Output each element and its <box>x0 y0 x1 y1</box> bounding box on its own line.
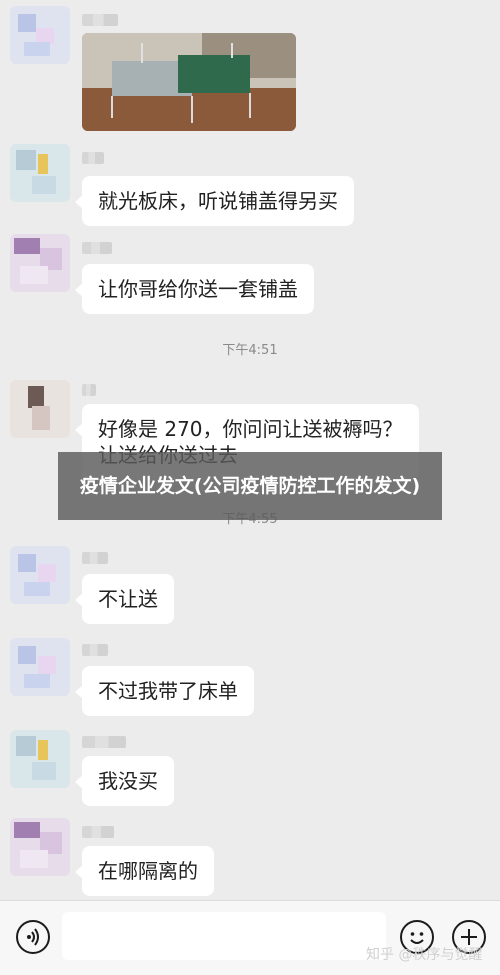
avatar[interactable] <box>10 730 70 788</box>
avatar[interactable] <box>10 6 70 64</box>
message-bubble[interactable]: 不过我带了床单 <box>75 666 254 716</box>
chat-area: 就光板床，听说铺盖得另买 让你哥给你送一套铺盖 下午4:51 好像是 270，你… <box>0 0 500 900</box>
voice-icon[interactable] <box>16 920 50 954</box>
avatar[interactable] <box>10 144 70 202</box>
message-bubble[interactable]: 让你哥给你送一套铺盖 <box>75 264 314 314</box>
sender-name <box>82 826 114 838</box>
sender-name <box>82 552 108 564</box>
avatar[interactable] <box>10 638 70 696</box>
sender-name <box>82 384 96 396</box>
watermark: 知乎 @秩序与觉醒 <box>366 947 483 963</box>
sender-name <box>82 14 118 26</box>
message-bubble[interactable]: 不让送 <box>75 574 174 624</box>
message-bubble[interactable]: 在哪隔离的 <box>75 846 214 896</box>
message-bubble[interactable]: 就光板床，听说铺盖得另买 <box>75 176 354 226</box>
sender-name <box>82 736 126 748</box>
message-bubble[interactable]: 我没买 <box>75 756 174 806</box>
avatar[interactable] <box>10 234 70 292</box>
bed-photo[interactable] <box>82 33 296 131</box>
avatar[interactable] <box>10 380 70 438</box>
sender-name <box>82 152 104 164</box>
avatar[interactable] <box>10 546 70 604</box>
avatar[interactable] <box>10 818 70 876</box>
message-line: 好像是 270，你问问让送被褥吗？ <box>98 417 403 441</box>
message-input[interactable] <box>62 912 386 960</box>
sender-name <box>82 644 108 656</box>
article-title-banner: 疫情企业发文(公司疫情防控工作的发文) <box>58 452 442 520</box>
sender-name <box>82 242 112 254</box>
timestamp: 下午4:51 <box>222 343 278 358</box>
